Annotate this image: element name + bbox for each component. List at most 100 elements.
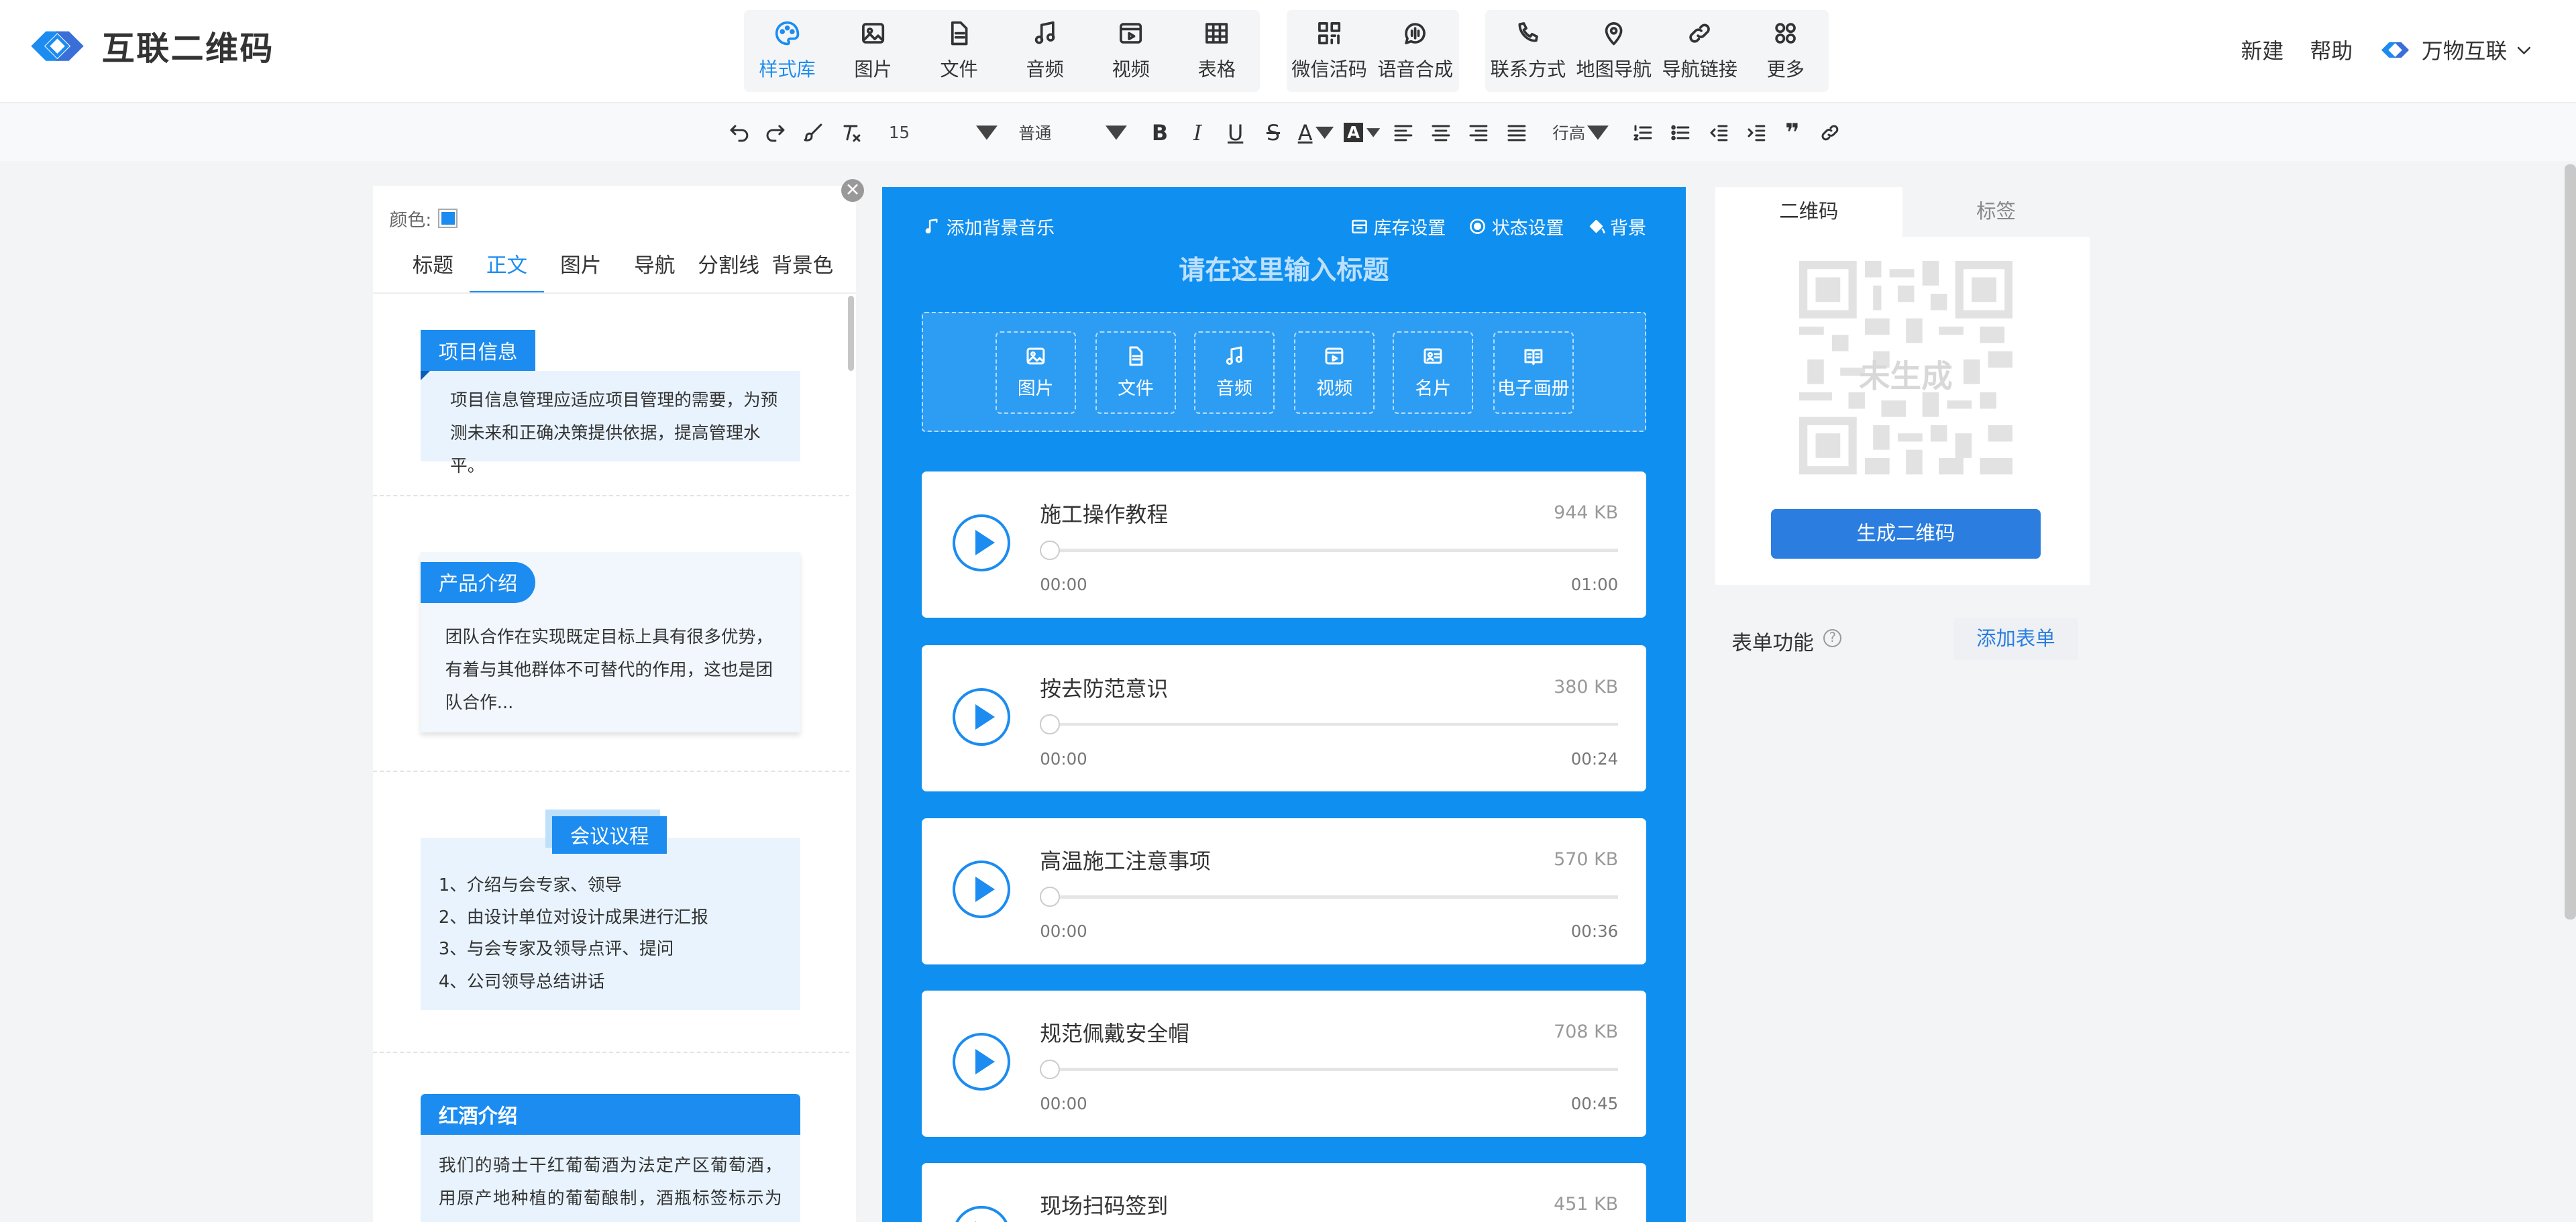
audio-progress-handle[interactable] [1040,887,1060,907]
quote-button[interactable]: ❞ [1781,118,1804,148]
insert-video-button[interactable]: 视频 [1294,331,1375,414]
tab-image[interactable]: 图片 [544,248,618,294]
highlight-button[interactable]: A [1344,118,1381,148]
audio-progress-track[interactable] [1040,895,1619,899]
insert-link-button[interactable] [1819,118,1841,148]
video-icon [1120,22,1142,44]
style-template-wine-intro[interactable]: 红酒介绍 我们的骑士干红葡萄酒为法定产区葡萄酒，用原产地种植的葡萄酿制，酒瓶标签… [373,1053,849,1222]
new-button[interactable]: 新建 [2241,34,2284,65]
audio-progress-handle[interactable] [1040,1059,1060,1079]
media-button-label: 文件 [1118,378,1154,399]
nav-table[interactable]: 表格 [1174,10,1260,92]
page-scrollbar[interactable] [2564,164,2576,920]
insert-ebook-button[interactable]: 电子画册 [1493,331,1574,414]
font-size-select[interactable]: 15 [889,118,998,148]
tab-navigation[interactable]: 导航 [618,248,692,294]
page-title-input[interactable]: 请在这里输入标题 [882,249,1686,287]
status-icon [1470,219,1486,235]
clear-format-button[interactable] [839,118,862,148]
italic-button[interactable]: I [1186,118,1209,148]
background-button[interactable]: 背景 [1587,213,1646,239]
nav-file[interactable]: 文件 [916,10,1002,92]
template-text: 我们的骑士干红葡萄酒为法定产区葡萄酒，用原产地种植的葡萄酿制，酒瓶标签标示为Ap… [438,1156,782,1222]
audio-card: 施工操作教程 944 KB 00:00 01:00 [921,471,1646,618]
play-button[interactable] [953,1205,1011,1222]
bullet-list-button[interactable] [1669,118,1692,148]
redo-button[interactable] [764,118,787,148]
nav-video[interactable]: 视频 [1088,10,1174,92]
audio-size: 380 KB [1554,676,1619,698]
nav-wechat-code[interactable]: 微信活码 [1287,10,1373,92]
align-center-button[interactable] [1430,118,1452,148]
insert-audio-button[interactable]: 音频 [1193,331,1275,414]
panel-scrollbar[interactable] [847,295,855,372]
tab-title[interactable]: 标题 [396,248,470,294]
audio-card: 按去防范意识 380 KB 00:00 00:24 [921,645,1646,792]
tab-divider[interactable]: 分割线 [692,248,765,294]
video-icon [1325,347,1344,365]
nav-voice[interactable]: 语音合成 [1373,10,1458,92]
close-panel-button[interactable]: ✕ [841,178,865,203]
tab-qrcode[interactable]: 二维码 [1715,187,1902,237]
library-settings-button[interactable]: 库存设置 [1350,213,1446,239]
tab-body[interactable]: 正文 [470,248,544,294]
style-template-meeting-agenda[interactable]: 会议议程 1、介绍与会专家、领导 2、由设计单位对设计成果进行汇报 3、与会专家… [372,772,850,1053]
add-form-button[interactable]: 添加表单 [1953,617,2078,661]
nav-contact[interactable]: 联系方式 [1485,10,1571,92]
audio-progress-handle[interactable] [1040,540,1060,561]
align-justify-button[interactable] [1505,118,1527,148]
strikethrough-button[interactable]: S [1262,118,1285,148]
style-template-project-info[interactable]: 项目信息 项目信息管理应适应项目管理的需要，为预测未来和正确决策提供依据，提高管… [372,294,850,496]
status-settings-button[interactable]: 状态设置 [1468,213,1564,239]
play-button[interactable] [953,860,1011,918]
app-header: 互联二维码 样式库 图片 文件 音频 视频 表格 微信活码 语音合成 联系方式 … [0,0,2576,102]
style-template-product-intro[interactable]: 产品介绍 团队合作在实现既定目标上具有很多优势，有着与其他群体不可替代的作用，这… [372,496,850,773]
user-menu[interactable]: 万物互联 [2379,34,2533,65]
play-button[interactable] [953,514,1011,572]
line-height-select[interactable]: 行高 [1552,118,1609,148]
tab-background[interactable]: 背景色 [765,248,839,294]
insert-file-button[interactable]: 文件 [1095,331,1177,414]
underline-button[interactable]: U [1224,118,1247,148]
tab-label[interactable]: 标签 [1902,187,2090,236]
logo[interactable]: 互联二维码 [26,21,274,70]
table-icon [1205,22,1228,44]
style-tabs: 标题 正文 图片 导航 分割线 背景色 [396,248,839,294]
insert-image-button[interactable]: 图片 [995,331,1076,414]
help-button[interactable]: 帮助 [2310,34,2353,65]
play-button[interactable] [953,688,1011,746]
help-icon[interactable]: ? [1823,628,1842,647]
nav-more[interactable]: 更多 [1743,10,1829,92]
undo-button[interactable] [728,118,751,148]
audio-progress-track[interactable] [1040,548,1619,552]
nav-map[interactable]: 地图导航 [1571,10,1657,92]
play-button[interactable] [953,1033,1011,1091]
nav-label: 表格 [1197,58,1236,81]
ordered-list-button[interactable] [1631,118,1654,148]
nav-label: 导航链接 [1662,58,1738,81]
audio-progress-track[interactable] [1040,722,1619,726]
generate-qrcode-button[interactable]: 生成二维码 [1771,509,2041,559]
audio-progress-track[interactable] [1040,1067,1619,1071]
align-left-button[interactable] [1391,118,1414,148]
indent-button[interactable] [1745,118,1768,148]
bold-button[interactable]: B [1148,118,1171,148]
add-bg-music-button[interactable]: 添加背景音乐 [923,213,1055,239]
insert-card-button[interactable]: 名片 [1393,331,1474,414]
audio-title: 施工操作教程 [1040,502,1169,528]
nav-link[interactable]: 导航链接 [1657,10,1743,92]
nav-style-library[interactable]: 样式库 [744,10,830,92]
align-right-button[interactable] [1467,118,1490,148]
font-color-button[interactable]: A [1298,118,1334,148]
nav-audio[interactable]: 音频 [1002,10,1088,92]
caret-down-icon [1316,126,1334,139]
link-icon [1689,23,1711,43]
media-button-label: 电子画册 [1497,378,1570,399]
color-swatch[interactable] [438,208,458,229]
audio-progress-handle[interactable] [1040,714,1060,734]
format-painter-button[interactable] [802,118,824,148]
align-justify-icon [1507,125,1525,142]
outdent-button[interactable] [1707,118,1730,148]
paragraph-select[interactable]: 普通 [1018,118,1127,148]
nav-image[interactable]: 图片 [830,10,916,92]
